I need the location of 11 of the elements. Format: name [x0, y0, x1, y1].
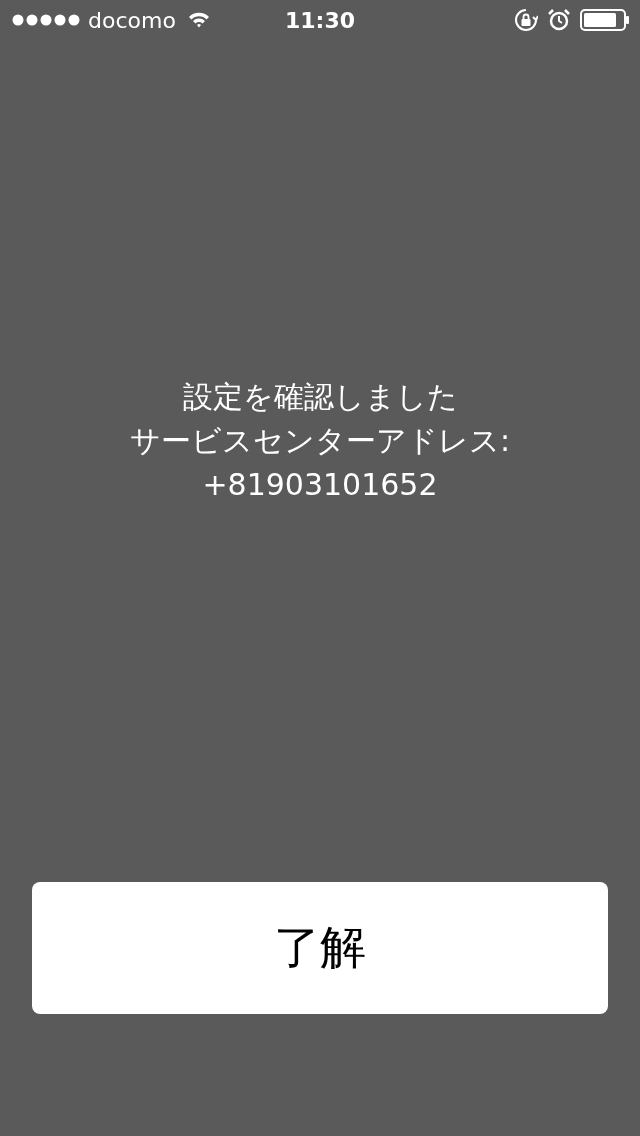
wifi-icon	[187, 12, 210, 28]
message-line: +81903101652	[202, 466, 438, 504]
message-line: 設定を確認しました	[182, 378, 458, 416]
ok-button[interactable]: 了解	[32, 882, 608, 1014]
rotation-lock-icon	[514, 8, 538, 32]
alarm-icon	[548, 9, 570, 31]
clock-time: 11:30	[285, 7, 355, 33]
signal-icon	[12, 14, 82, 26]
carrier-name: docomo	[88, 7, 176, 33]
message-line: サービスセンターアドレス:	[129, 422, 511, 460]
battery-icon	[580, 9, 630, 31]
